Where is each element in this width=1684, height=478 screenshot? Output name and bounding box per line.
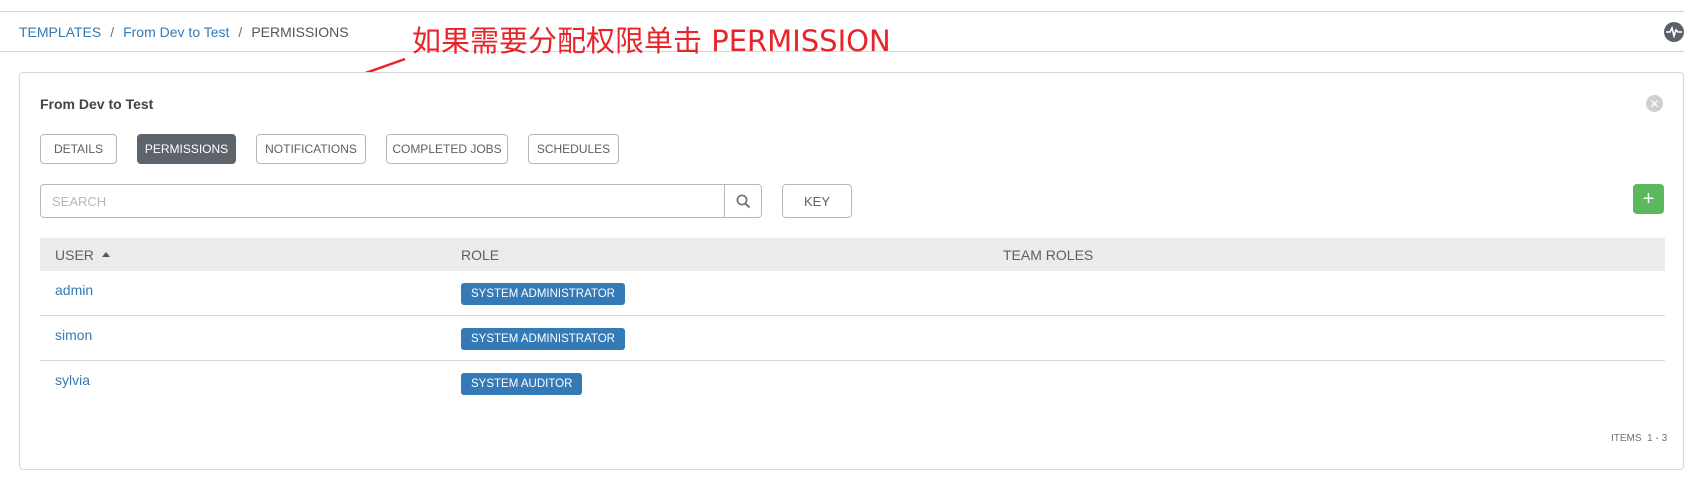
sort-ascending-icon — [101, 252, 110, 257]
role-badge: SYSTEM ADMINISTRATOR — [461, 283, 625, 305]
breadcrumb-current: PERMISSIONS — [251, 24, 349, 40]
user-link[interactable]: admin — [55, 282, 93, 298]
table-row: admin SYSTEM ADMINISTRATOR — [40, 271, 1665, 316]
tab-completed-jobs[interactable]: COMPLETED JOBS — [386, 134, 508, 164]
role-badge: SYSTEM ADMINISTRATOR — [461, 328, 625, 350]
search-box — [40, 184, 762, 218]
breadcrumb-templates[interactable]: TEMPLATES — [19, 24, 101, 40]
breadcrumb-template-name[interactable]: From Dev to Test — [123, 24, 229, 40]
breadcrumb: TEMPLATES / From Dev to Test / PERMISSIO… — [19, 24, 349, 40]
add-permission-button[interactable]: + — [1633, 184, 1664, 214]
tab-permissions[interactable]: PERMISSIONS — [137, 134, 236, 164]
close-icon[interactable]: ✕ — [1646, 95, 1663, 112]
items-range: 1 - 3 — [1647, 433, 1668, 444]
tab-notifications[interactable]: NOTIFICATIONS — [256, 134, 366, 164]
column-header-label: USER — [55, 247, 94, 263]
permissions-table: USER ROLE TEAM ROLES admin SYSTEM ADMINI… — [40, 238, 1665, 406]
column-header-user[interactable]: USER — [55, 247, 110, 263]
user-link[interactable]: simon — [55, 327, 92, 343]
breadcrumb-separator: / — [238, 24, 243, 40]
role-badge: SYSTEM AUDITOR — [461, 373, 583, 395]
tab-details[interactable]: DETAILS — [40, 134, 117, 164]
annotation-text: 如果需要分配权限单击 PERMISSION — [412, 24, 891, 58]
activity-stream-icon[interactable] — [1664, 22, 1684, 42]
column-header-team-roles: TEAM ROLES — [1003, 247, 1094, 263]
breadcrumb-separator: / — [110, 24, 115, 40]
search-icon — [736, 194, 750, 208]
user-link[interactable]: sylvia — [55, 372, 90, 388]
items-count: ITEMS 1 - 3 — [1611, 433, 1667, 444]
search-input[interactable] — [41, 185, 724, 217]
panel-title: From Dev to Test — [40, 96, 154, 112]
tab-schedules[interactable]: SCHEDULES — [528, 134, 619, 164]
table-row: simon SYSTEM ADMINISTRATOR — [40, 316, 1665, 361]
column-header-role: ROLE — [461, 247, 500, 263]
table-header: USER ROLE TEAM ROLES — [40, 238, 1665, 271]
items-label: ITEMS — [1611, 433, 1642, 444]
key-button[interactable]: KEY — [782, 184, 852, 218]
search-button[interactable] — [724, 185, 761, 217]
table-row: sylvia SYSTEM AUDITOR — [40, 361, 1665, 406]
